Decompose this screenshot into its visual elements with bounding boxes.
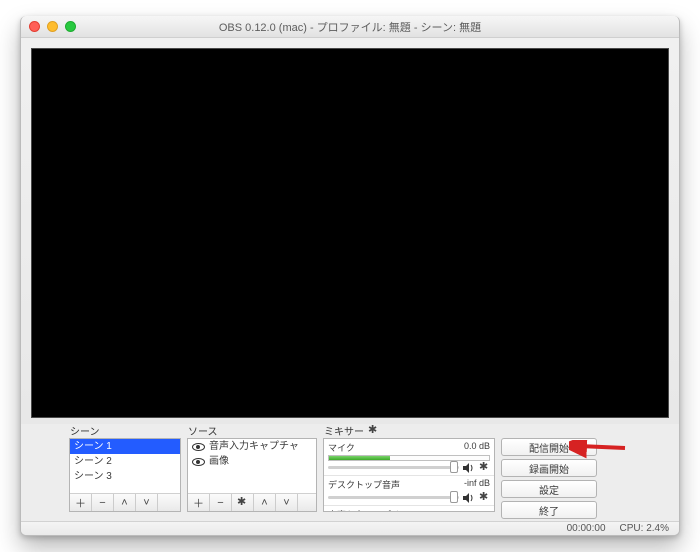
remove-source-button[interactable]: − [210, 494, 232, 511]
gear-icon[interactable] [479, 492, 490, 503]
status-time: 00:00:00 [567, 523, 606, 534]
channel-name: マイク [328, 441, 355, 454]
preview-wrap [21, 38, 679, 424]
gear-icon[interactable] [368, 425, 379, 436]
window-title: OBS 0.12.0 (mac) - プロファイル: 無題 - シーン: 無題 [21, 19, 679, 35]
sources-listbox[interactable]: 音声入力キャプチャ 画像 ＋ − ˄ ˅ [187, 438, 317, 512]
channel-db: 0.0 dB [464, 441, 490, 454]
volume-slider[interactable] [328, 466, 459, 469]
move-scene-down-button[interactable]: ˅ [136, 494, 158, 511]
start-stream-button[interactable]: 配信開始 [501, 438, 597, 456]
mixer-channel: デスクトップ音声 -inf dB [324, 476, 494, 506]
settings-button[interactable]: 設定 [501, 480, 597, 498]
speaker-icon[interactable] [463, 493, 475, 503]
mixer-channel: マイク 0.0 dB [324, 439, 494, 476]
mixer-channel: 音声入力キャプチャ [324, 506, 494, 512]
scenes-toolbar: ＋ − ˄ ˅ [70, 493, 180, 511]
app-window: OBS 0.12.0 (mac) - プロファイル: 無題 - シーン: 無題 … [20, 16, 680, 536]
scenes-listbox[interactable]: シーン 1 シーン 2 シーン 3 ＋ − ˄ ˅ [69, 438, 181, 512]
add-scene-button[interactable]: ＋ [70, 494, 92, 511]
start-record-button[interactable]: 録画開始 [501, 459, 597, 477]
mixer-box: マイク 0.0 dB デスクトップ音声 -inf dB [323, 438, 495, 512]
titlebar: OBS 0.12.0 (mac) - プロファイル: 無題 - シーン: 無題 [21, 16, 679, 38]
add-source-button[interactable]: ＋ [188, 494, 210, 511]
channel-name: 音声入力キャプチャ [328, 508, 409, 512]
visibility-icon[interactable] [192, 458, 205, 466]
maximize-icon[interactable] [65, 21, 76, 32]
speaker-icon[interactable] [463, 463, 475, 473]
remove-scene-button[interactable]: − [92, 494, 114, 511]
close-icon[interactable] [29, 21, 40, 32]
list-item[interactable]: 画像 [188, 454, 316, 469]
status-bar: 00:00:00 CPU: 2.4% [21, 521, 679, 535]
gear-icon [237, 497, 248, 508]
status-cpu: CPU: 2.4% [620, 523, 669, 534]
sources-label: ソース [187, 424, 317, 438]
list-item[interactable]: シーン 2 [70, 454, 180, 469]
scenes-panel: シーン シーン 1 シーン 2 シーン 3 ＋ − ˄ ˅ [69, 424, 181, 519]
volume-slider[interactable] [328, 496, 459, 499]
exit-button[interactable]: 終了 [501, 501, 597, 519]
channel-name: デスクトップ音声 [328, 478, 400, 491]
visibility-icon[interactable] [192, 443, 205, 451]
bottom-panels: シーン シーン 1 シーン 2 シーン 3 ＋ − ˄ ˅ ソース [21, 424, 679, 521]
sources-toolbar: ＋ − ˄ ˅ [188, 493, 316, 511]
move-scene-up-button[interactable]: ˄ [114, 494, 136, 511]
level-meter [328, 455, 490, 461]
gear-icon[interactable] [479, 462, 490, 473]
source-name: 画像 [209, 455, 229, 468]
minimize-icon[interactable] [47, 21, 58, 32]
source-settings-button[interactable] [232, 494, 254, 511]
mixer-head: ミキサー [323, 424, 495, 438]
scenes-label: シーン [69, 424, 181, 438]
move-source-up-button[interactable]: ˄ [254, 494, 276, 511]
list-item[interactable]: 音声入力キャプチャ [188, 439, 316, 454]
preview-canvas[interactable] [31, 48, 669, 418]
controls-panel: 配信開始 録画開始 設定 終了 [501, 424, 597, 519]
list-item[interactable]: シーン 3 [70, 469, 180, 484]
sources-panel: ソース 音声入力キャプチャ 画像 ＋ − ˄ [187, 424, 317, 519]
move-source-down-button[interactable]: ˅ [276, 494, 298, 511]
mixer-panel: ミキサー マイク 0.0 dB [323, 424, 495, 519]
mixer-label: ミキサー [324, 423, 364, 438]
source-name: 音声入力キャプチャ [209, 440, 299, 453]
list-item[interactable]: シーン 1 [70, 439, 180, 454]
